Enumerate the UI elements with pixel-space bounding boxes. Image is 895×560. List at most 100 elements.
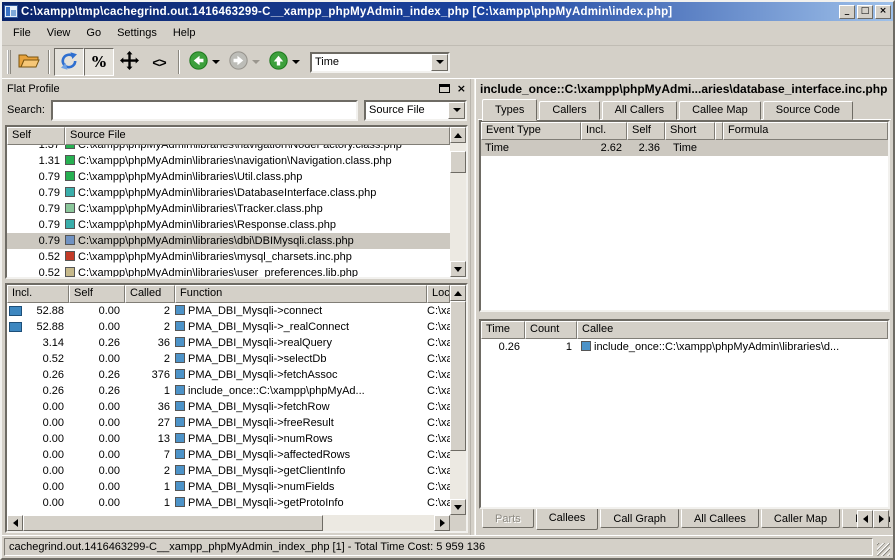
tab-types[interactable]: Types bbox=[482, 99, 537, 121]
scroll-up-button[interactable] bbox=[450, 285, 466, 301]
scroll-thumb[interactable] bbox=[23, 515, 323, 531]
source-list-vscrollbar[interactable] bbox=[450, 127, 466, 277]
table-row[interactable]: 52.880.002PMA_DBI_Mysqli->_realConnectC:… bbox=[7, 319, 450, 335]
table-row[interactable]: 0.52C:\xampp\phpMyAdmin\libraries\mysql_… bbox=[7, 249, 450, 265]
scroll-track[interactable] bbox=[450, 451, 466, 499]
resize-grip[interactable] bbox=[877, 543, 890, 556]
table-row[interactable]: 0.52C:\xampp\phpMyAdmin\libraries\user_p… bbox=[7, 265, 450, 277]
toolbar-grip[interactable] bbox=[7, 50, 11, 74]
tab-scroll-left-button[interactable] bbox=[857, 510, 873, 528]
scroll-left-button[interactable] bbox=[7, 515, 23, 531]
menu-view[interactable]: View bbox=[39, 24, 79, 42]
table-row[interactable]: 0.79C:\xampp\phpMyAdmin\libraries\Respon… bbox=[7, 217, 450, 233]
column-header-self[interactable]: Self bbox=[69, 285, 125, 303]
column-header-self[interactable]: Self bbox=[627, 122, 665, 140]
table-row[interactable]: 0.260.26376PMA_DBI_Mysqli->fetchAssocC:\… bbox=[7, 367, 450, 383]
tab-scroll-right-button[interactable] bbox=[873, 510, 889, 528]
event-type-combobox[interactable]: Time bbox=[310, 52, 450, 73]
column-header-short[interactable]: Short bbox=[665, 122, 715, 140]
column-header-callee[interactable]: Callee bbox=[577, 321, 888, 339]
relative-to-parent-button[interactable] bbox=[114, 48, 144, 76]
tab-source-code[interactable]: Source Code bbox=[763, 101, 853, 120]
table-row[interactable]: 0.000.0013PMA_DBI_Mysqli->numRowsC:\xamp… bbox=[7, 431, 450, 447]
menu-help[interactable]: Help bbox=[165, 24, 204, 42]
column-header-count[interactable]: Count bbox=[525, 321, 577, 339]
table-row[interactable]: 0.000.002PMA_DBI_Mysqli->getClientInfoC:… bbox=[7, 463, 450, 479]
file-color-icon bbox=[65, 235, 75, 245]
table-row[interactable]: 1.37C:\xampp\phpMyAdmin\libraries\naviga… bbox=[7, 145, 450, 153]
scroll-up-button[interactable] bbox=[450, 127, 466, 143]
table-row[interactable]: 0.260.261include_once::C:\xampp\phpMyAd.… bbox=[7, 383, 450, 399]
column-header-time[interactable]: Time bbox=[481, 321, 525, 339]
table-row[interactable]: 0.79C:\xampp\phpMyAdmin\libraries\Util.c… bbox=[7, 169, 450, 185]
scroll-thumb[interactable] bbox=[450, 301, 466, 451]
scroll-down-button[interactable] bbox=[450, 499, 466, 515]
table-row[interactable]: 0.000.0027PMA_DBI_Mysqli->freeResultC:\x… bbox=[7, 415, 450, 431]
scroll-track[interactable] bbox=[323, 515, 434, 531]
table-row[interactable]: 52.880.002PMA_DBI_Mysqli->connectC:\xamp… bbox=[7, 303, 450, 319]
table-row[interactable]: 0.000.001PMA_DBI_Mysqli->getProtoInfoC:\… bbox=[7, 495, 450, 511]
tab-callee-map[interactable]: Callee Map bbox=[679, 101, 761, 120]
detail-splitter[interactable] bbox=[478, 312, 891, 319]
main-area: Flat Profile × Search: Source File SelfS… bbox=[2, 79, 893, 535]
back-button[interactable] bbox=[184, 48, 224, 76]
table-row[interactable]: 0.000.007PMA_DBI_Mysqli->affectedRowsC:\… bbox=[7, 447, 450, 463]
tab-all-callees[interactable]: All Callees bbox=[681, 509, 759, 528]
close-button[interactable]: × bbox=[875, 5, 891, 19]
column-header-function[interactable]: Function bbox=[175, 285, 427, 303]
scroll-track[interactable] bbox=[450, 173, 466, 261]
maximize-button[interactable]: □ bbox=[857, 5, 873, 19]
menu-file[interactable]: File bbox=[5, 24, 39, 42]
tab-caller-map[interactable]: Caller Map bbox=[761, 509, 840, 528]
table-row[interactable]: 0.000.001PMA_DBI_Mysqli->numFieldsC:\xam… bbox=[7, 479, 450, 495]
column-header-source-file[interactable]: Source File bbox=[65, 127, 450, 145]
function-table-hscrollbar[interactable] bbox=[7, 515, 450, 531]
up-dropdown-arrow[interactable] bbox=[292, 60, 300, 64]
title-bar[interactable]: C:\xampp\tmp\cachegrind.out.1416463299-C… bbox=[2, 2, 893, 21]
tab-callers[interactable]: Callers bbox=[539, 101, 599, 120]
table-row[interactable]: Time2.622.36Time bbox=[481, 140, 888, 156]
table-row[interactable]: 1.31C:\xampp\phpMyAdmin\libraries\naviga… bbox=[7, 153, 450, 169]
table-row[interactable]: 0.79C:\xampp\phpMyAdmin\libraries\Tracke… bbox=[7, 201, 450, 217]
combo-dropdown-button[interactable] bbox=[431, 54, 448, 71]
dock-titlebar[interactable]: Flat Profile × bbox=[5, 80, 468, 97]
column-header-self[interactable]: Self bbox=[7, 127, 65, 145]
scroll-right-button[interactable] bbox=[434, 515, 450, 531]
up-button[interactable] bbox=[264, 48, 304, 76]
search-input[interactable] bbox=[51, 100, 358, 121]
column-header-formula[interactable]: Formula bbox=[723, 122, 888, 140]
table-row[interactable]: 0.520.002PMA_DBI_Mysqli->selectDbC:\xamp… bbox=[7, 351, 450, 367]
function-table-vscrollbar[interactable] bbox=[450, 285, 466, 515]
column-header-called[interactable]: Called bbox=[125, 285, 175, 303]
tab-all-callers[interactable]: All Callers bbox=[602, 101, 678, 120]
relative-percent-button[interactable]: % bbox=[84, 48, 114, 76]
open-file-button[interactable] bbox=[14, 48, 44, 76]
column-header-event-type[interactable]: Event Type bbox=[481, 122, 581, 140]
tab-callees[interactable]: Callees bbox=[536, 509, 599, 530]
dock-float-icon[interactable] bbox=[439, 84, 450, 93]
back-dropdown-arrow[interactable] bbox=[212, 60, 220, 64]
dock-close-icon[interactable]: × bbox=[457, 83, 466, 94]
column-header-incl-[interactable]: Incl. bbox=[581, 122, 627, 140]
cell-function: PMA_DBI_Mysqli->numFields bbox=[175, 479, 427, 495]
table-row[interactable]: 0.79C:\xampp\phpMyAdmin\libraries\dbi\DB… bbox=[7, 233, 450, 249]
menu-settings[interactable]: Settings bbox=[109, 24, 165, 42]
file-color-icon bbox=[65, 145, 75, 149]
open-folder-icon bbox=[18, 52, 40, 72]
column-header-incl-[interactable]: Incl. bbox=[7, 285, 69, 303]
column-header-location[interactable]: Location bbox=[427, 285, 450, 303]
menu-go[interactable]: Go bbox=[78, 24, 109, 42]
scroll-down-button[interactable] bbox=[450, 261, 466, 277]
shorten-templates-button[interactable]: <> bbox=[144, 48, 174, 76]
table-row[interactable]: 0.261include_once::C:\xampp\phpMyAdmin\l… bbox=[481, 339, 888, 355]
minimize-button[interactable]: _ bbox=[839, 5, 855, 19]
cycle-detection-button[interactable] bbox=[54, 48, 84, 76]
file-color-icon bbox=[65, 203, 75, 213]
combo-dropdown-button[interactable] bbox=[448, 102, 465, 119]
tab-call-graph[interactable]: Call Graph bbox=[600, 509, 679, 528]
table-row[interactable]: 0.79C:\xampp\phpMyAdmin\libraries\Databa… bbox=[7, 185, 450, 201]
table-row[interactable]: 3.140.2636PMA_DBI_Mysqli->realQueryC:\xa… bbox=[7, 335, 450, 351]
scroll-thumb[interactable] bbox=[450, 151, 466, 173]
table-row[interactable]: 0.000.0036PMA_DBI_Mysqli->fetchRowC:\xam… bbox=[7, 399, 450, 415]
group-by-combobox[interactable]: Source File bbox=[364, 100, 467, 121]
